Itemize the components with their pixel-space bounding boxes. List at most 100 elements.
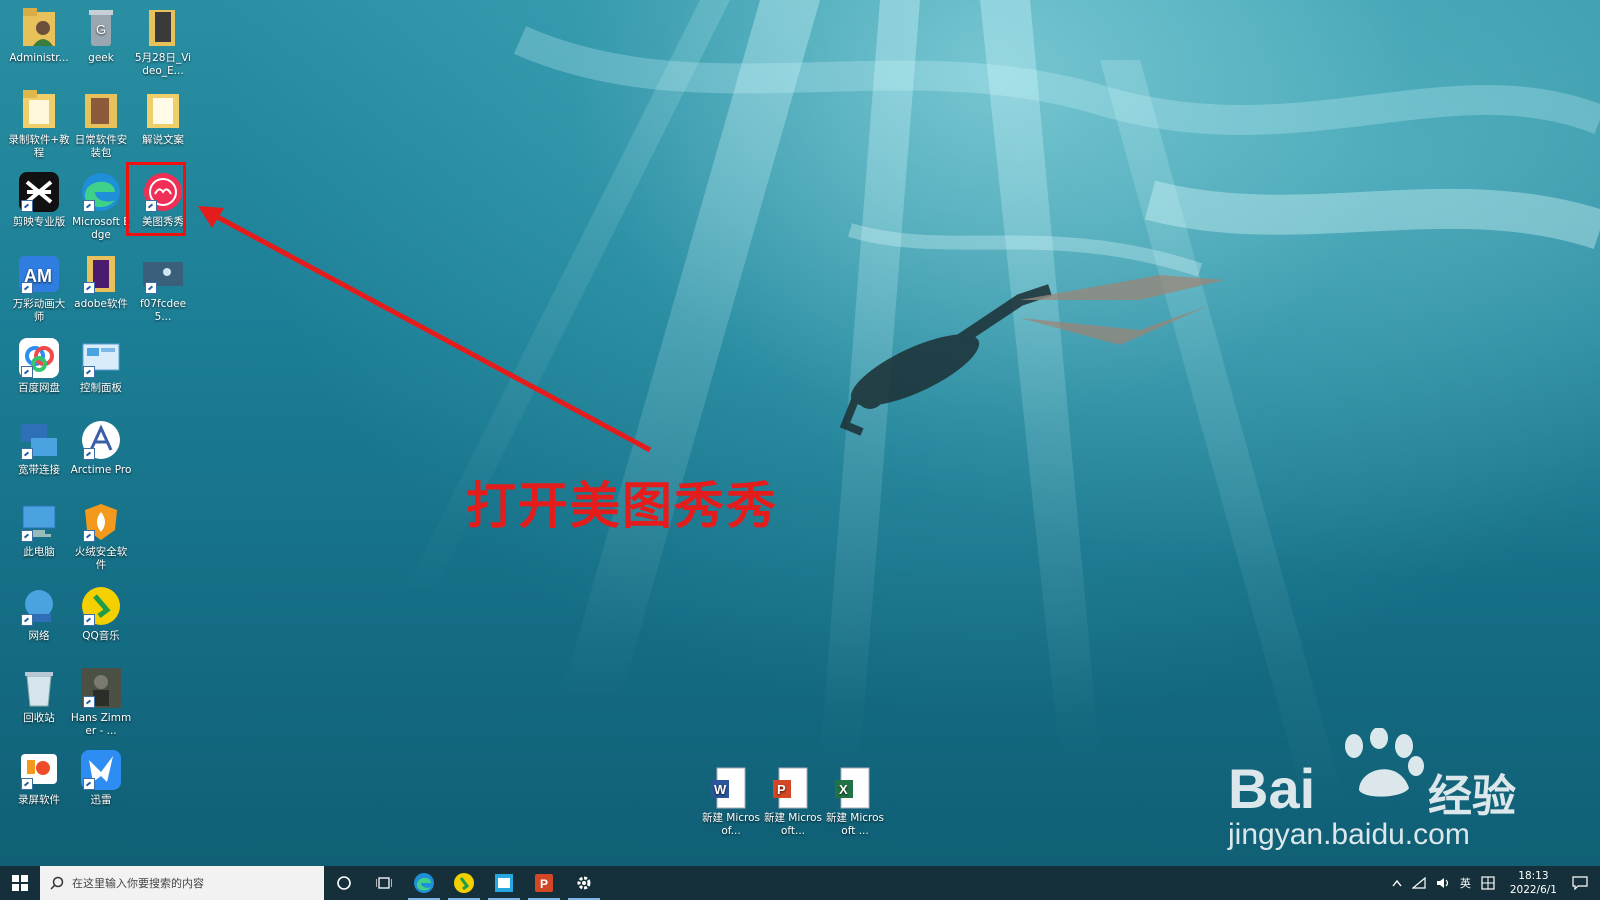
- app-window-icon: [495, 874, 513, 892]
- desktop-icon-label: 百度网盘: [18, 382, 60, 394]
- icon-adobe[interactable]: adobe软件: [70, 252, 132, 311]
- task-view-button[interactable]: [364, 866, 404, 900]
- edge-icon: [79, 170, 123, 214]
- icon-new-ppt[interactable]: P 新建 Microsoft...: [762, 766, 824, 838]
- image-file-icon: [141, 252, 185, 296]
- icon-recording-folder[interactable]: 录制软件+教程: [8, 88, 70, 160]
- hans-zimmer-icon: [79, 666, 123, 710]
- icon-qqmusic[interactable]: QQ音乐: [70, 584, 132, 643]
- taskbar-edge[interactable]: [404, 866, 444, 900]
- qqmusic-icon: [79, 584, 123, 628]
- this-pc-icon: [17, 500, 61, 544]
- watermark-url: jingyan.baidu.com: [1228, 818, 1470, 851]
- desktop-icon-label: 回收站: [23, 712, 55, 724]
- new-word-icon: W: [709, 766, 753, 810]
- software-folder-icon: [79, 88, 123, 132]
- shortcut-arrow-icon: [83, 282, 95, 294]
- cortana-icon: [337, 876, 351, 890]
- icon-recycle-bin[interactable]: 回收站: [8, 666, 70, 725]
- icon-control-panel[interactable]: 控制面板: [70, 336, 132, 395]
- icon-arctime[interactable]: Arctime Pro: [70, 418, 132, 477]
- qqmusic-icon: [454, 873, 474, 893]
- clock-time: 18:13: [1518, 870, 1549, 882]
- icon-network[interactable]: 网络: [8, 584, 70, 643]
- icon-geek[interactable]: Ggeek: [70, 6, 132, 65]
- taskbar-app-blue[interactable]: [484, 866, 524, 900]
- action-center-button[interactable]: [1567, 876, 1600, 890]
- desktop-icon-label: 迅雷: [90, 794, 112, 806]
- tray-ime[interactable]: 英: [1455, 875, 1476, 891]
- svg-text:W: W: [714, 782, 727, 797]
- icon-image-file[interactable]: f07fcdee5...: [132, 252, 194, 324]
- icon-administrator[interactable]: Administr...: [8, 6, 70, 65]
- icon-script-folder[interactable]: 解说文案: [132, 88, 194, 147]
- desktop-icon-label: adobe软件: [74, 298, 128, 310]
- desktop-icon-label: Microsoft Edge: [72, 216, 130, 241]
- shortcut-arrow-icon: [83, 530, 95, 542]
- shortcut-arrow-icon: [83, 614, 95, 626]
- new-excel-icon: X: [833, 766, 877, 810]
- desktop-icon-label: 宽带连接: [18, 464, 60, 476]
- taskbar-settings[interactable]: [564, 866, 604, 900]
- icon-xunlei[interactable]: 迅雷: [70, 748, 132, 807]
- volume-icon: [1436, 878, 1448, 888]
- desktop-icon-label: Arctime Pro: [70, 464, 132, 476]
- shortcut-arrow-icon: [21, 530, 33, 542]
- tray-volume[interactable]: [1431, 877, 1455, 889]
- desktop-icon-label: 录制软件+教程: [8, 134, 70, 159]
- taskbar-clock[interactable]: 18:13 2022/6/1: [1500, 869, 1567, 897]
- desktop-icon-label: 解说文案: [142, 134, 184, 146]
- desktop-icon-label: 网络: [28, 630, 50, 642]
- geek-icon: G: [79, 6, 123, 50]
- script-folder-icon: [141, 88, 185, 132]
- jianying-icon: [17, 170, 61, 214]
- baidu-jingyan-watermark: Bai 经验 jingyan.baidu.com: [1228, 728, 1528, 856]
- new-ppt-icon: P: [771, 766, 815, 810]
- watermark-jingyan: 经验: [1428, 771, 1516, 822]
- icon-this-pc[interactable]: 此电脑: [8, 500, 70, 559]
- taskbar-search-input[interactable]: 在这里输入你要搜索的内容: [40, 866, 324, 900]
- broadband-icon: [17, 418, 61, 462]
- shortcut-arrow-icon: [83, 448, 95, 460]
- desktop-icon-label: 此电脑: [23, 546, 55, 558]
- shortcut-arrow-icon: [21, 282, 33, 294]
- desktop-icon-label: QQ音乐: [82, 630, 120, 642]
- icon-baidu-netdisk[interactable]: 百度网盘: [8, 336, 70, 395]
- screen-recorder-icon: [17, 748, 61, 792]
- icon-edge[interactable]: Microsoft Edge: [70, 170, 132, 242]
- arctime-icon: [79, 418, 123, 462]
- shortcut-arrow-icon: [83, 778, 95, 790]
- baidu-netdisk-icon: [17, 336, 61, 380]
- icon-video-folder[interactable]: 5月28日_Video_E...: [132, 6, 194, 78]
- icon-screen-recorder[interactable]: 录屏软件: [8, 748, 70, 807]
- shortcut-arrow-icon: [21, 778, 33, 790]
- taskbar-powerpoint[interactable]: P: [524, 866, 564, 900]
- shortcut-arrow-icon: [83, 696, 95, 708]
- icon-hans-zimmer[interactable]: Hans Zimmer - ...: [70, 666, 132, 738]
- desktop-icon-label: 新建 Microsof...: [701, 812, 761, 837]
- desktop-icon-label: 万彩动画大师: [12, 298, 66, 323]
- am-icon: AM: [17, 252, 61, 296]
- tray-network[interactable]: [1407, 877, 1431, 889]
- keyboard-grid-icon: [1481, 876, 1495, 890]
- icon-am[interactable]: AM 万彩动画大师: [8, 252, 70, 324]
- tray-expand-chevron[interactable]: [1387, 879, 1407, 887]
- svg-text:P: P: [540, 877, 548, 891]
- icon-software-folder[interactable]: 日常软件安装包: [70, 88, 132, 160]
- desktop-icon-label: Hans Zimmer - ...: [70, 712, 132, 737]
- shortcut-arrow-icon: [145, 282, 157, 294]
- start-button[interactable]: [0, 866, 40, 900]
- watermark-brand: Bai: [1228, 757, 1316, 820]
- icon-huorong[interactable]: 火绒安全软件: [70, 500, 132, 572]
- gear-icon: [577, 876, 591, 890]
- tray-input-mode[interactable]: [1476, 876, 1500, 890]
- desktop-icon-label: 新建 Microsoft...: [763, 812, 823, 837]
- icon-new-excel[interactable]: X 新建 Microsoft ...: [824, 766, 886, 838]
- icon-new-word[interactable]: W 新建 Microsof...: [700, 766, 762, 838]
- cortana-button[interactable]: [324, 866, 364, 900]
- system-tray: 英 18:13 2022/6/1: [1387, 866, 1600, 900]
- xunlei-icon: [79, 748, 123, 792]
- icon-broadband[interactable]: 宽带连接: [8, 418, 70, 477]
- taskbar-qqmusic[interactable]: [444, 866, 484, 900]
- icon-jianying[interactable]: 剪映专业版: [8, 170, 70, 229]
